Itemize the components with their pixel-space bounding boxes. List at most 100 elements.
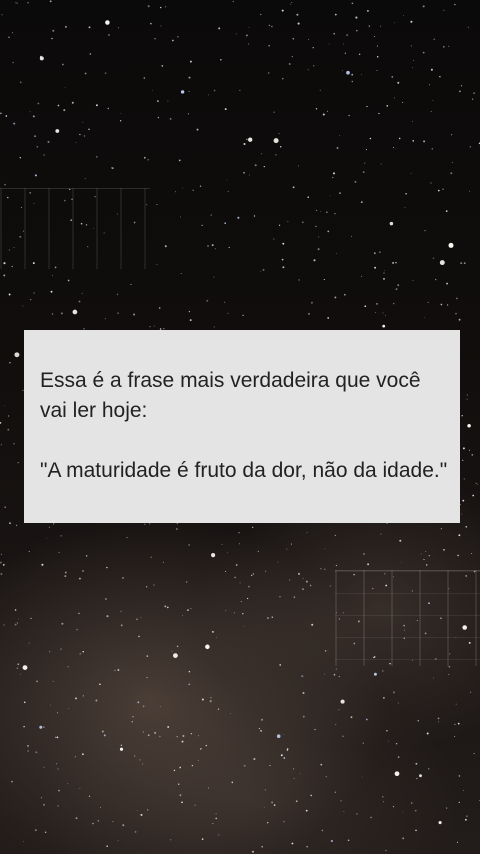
star — [472, 494, 475, 497]
star — [315, 225, 317, 228]
star — [460, 504, 461, 505]
star — [282, 242, 285, 245]
star — [95, 155, 98, 158]
star — [297, 22, 300, 25]
star — [8, 249, 10, 251]
star — [278, 224, 281, 226]
star — [136, 618, 138, 620]
star — [248, 137, 253, 142]
star — [426, 732, 429, 735]
star — [17, 462, 19, 464]
star — [209, 700, 212, 703]
star — [4, 506, 6, 508]
star — [286, 748, 289, 750]
star — [339, 192, 341, 194]
star — [394, 771, 400, 777]
star — [376, 303, 378, 305]
star — [4, 183, 6, 186]
star — [301, 221, 304, 224]
star — [405, 192, 407, 195]
star — [95, 104, 98, 107]
star — [16, 667, 19, 669]
star — [286, 749, 288, 752]
star — [0, 112, 2, 115]
star — [308, 313, 310, 315]
star — [373, 252, 376, 255]
star — [217, 708, 220, 710]
star — [79, 653, 81, 655]
star — [0, 561, 2, 564]
star — [360, 201, 363, 203]
star — [23, 841, 24, 843]
star — [374, 35, 376, 37]
star — [199, 748, 202, 750]
star — [93, 227, 94, 229]
star — [365, 718, 368, 721]
star — [332, 176, 334, 179]
star — [364, 162, 366, 164]
star — [111, 167, 114, 170]
star — [293, 596, 296, 599]
star — [187, 609, 189, 611]
star — [335, 668, 337, 670]
star — [401, 562, 402, 564]
star — [126, 537, 128, 539]
star — [378, 112, 380, 115]
star — [454, 3, 456, 6]
star — [358, 53, 361, 56]
star — [41, 563, 44, 566]
star — [142, 731, 145, 733]
star — [14, 623, 17, 626]
star — [437, 717, 440, 720]
star — [74, 756, 76, 758]
star — [117, 27, 120, 29]
star — [182, 735, 185, 737]
star — [334, 296, 337, 299]
star — [51, 37, 53, 40]
star — [440, 617, 442, 620]
star — [464, 818, 467, 821]
star — [434, 278, 437, 281]
caption-intro: Essa é a frase mais verdadeira que você … — [40, 369, 421, 422]
star — [75, 817, 78, 820]
star — [189, 60, 192, 63]
star — [221, 543, 223, 545]
star — [88, 795, 91, 797]
star — [254, 164, 257, 167]
star — [413, 59, 415, 61]
star — [88, 26, 91, 29]
star — [458, 318, 461, 321]
star — [95, 699, 98, 702]
star — [468, 641, 471, 644]
star — [458, 775, 461, 777]
star — [149, 325, 151, 328]
star — [327, 649, 329, 651]
star — [82, 121, 84, 123]
star — [235, 564, 238, 566]
star — [211, 244, 214, 247]
star — [133, 221, 136, 224]
star — [454, 736, 456, 738]
star — [325, 211, 328, 214]
star — [210, 214, 212, 216]
star — [461, 415, 463, 417]
star — [424, 632, 427, 635]
star — [386, 105, 389, 107]
star — [82, 695, 84, 697]
star — [299, 773, 301, 774]
star — [188, 76, 191, 79]
star — [328, 43, 330, 45]
star — [317, 248, 320, 251]
star — [442, 188, 444, 191]
star — [350, 235, 353, 237]
star — [383, 272, 385, 274]
star — [23, 701, 26, 704]
star — [314, 728, 316, 731]
star — [434, 657, 437, 660]
star — [46, 537, 47, 539]
star — [450, 172, 453, 175]
star — [169, 117, 172, 120]
star — [51, 313, 54, 315]
star — [471, 98, 474, 100]
star — [315, 108, 318, 110]
